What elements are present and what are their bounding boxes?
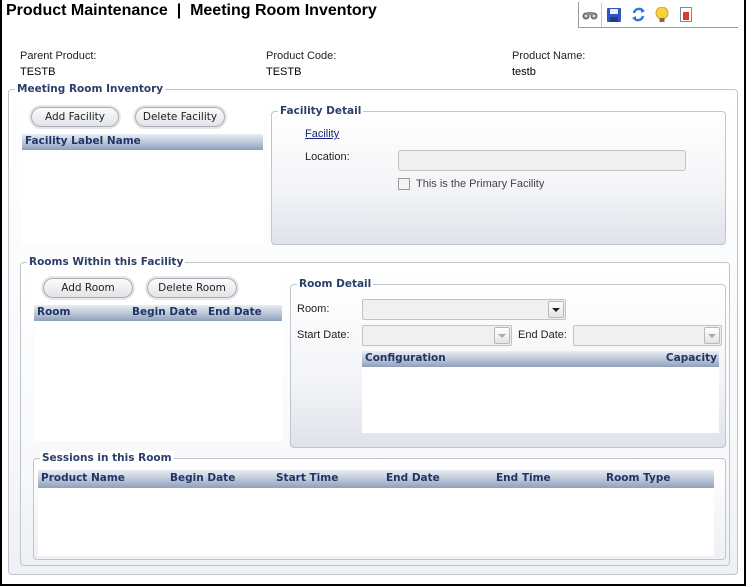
configuration-grid[interactable]: Configuration Capacity — [362, 351, 719, 433]
start-date-dropdown-arrow[interactable] — [494, 327, 510, 344]
column-header-end-date[interactable]: End Date — [386, 472, 440, 484]
lightbulb-icon — [655, 6, 669, 22]
column-header-room-type[interactable]: Room Type — [606, 472, 671, 484]
delete-room-button[interactable]: Delete Room — [147, 278, 237, 298]
column-header-product-name[interactable]: Product Name — [41, 472, 125, 484]
end-date-dropdown-arrow[interactable] — [704, 327, 720, 344]
save-button[interactable] — [602, 3, 626, 27]
column-header-room[interactable]: Room — [37, 306, 70, 318]
chevron-down-icon — [552, 307, 560, 312]
add-facility-button[interactable]: Add Facility — [31, 107, 119, 127]
toolbar — [578, 2, 738, 28]
sessions-grid-header: Product Name Begin Date Start Time End D… — [38, 470, 714, 488]
facility-detail-legend: Facility Detail — [278, 104, 364, 118]
help-button[interactable] — [650, 3, 674, 27]
meeting-room-inventory-legend: Meeting Room Inventory — [15, 82, 166, 96]
parent-product-label: Parent Product: — [20, 50, 97, 62]
find-button[interactable] — [579, 2, 602, 27]
column-header-begin-date[interactable]: Begin Date — [132, 306, 197, 318]
primary-facility-label: This is the Primary Facility — [416, 178, 545, 190]
room-label: Room: — [297, 303, 330, 315]
room-grid-header: Room Begin Date End Date — [34, 305, 282, 321]
room-detail-legend: Room Detail — [297, 277, 374, 291]
delete-facility-button[interactable]: Delete Facility — [135, 107, 225, 127]
chevron-down-icon — [708, 333, 716, 338]
column-header-end-time[interactable]: End Time — [496, 472, 551, 484]
column-header-facility-label-name[interactable]: Facility Label Name — [25, 135, 141, 147]
product-code-value: TESTB — [266, 66, 302, 78]
primary-facility-checkbox[interactable] — [398, 178, 410, 190]
column-header-capacity[interactable]: Capacity — [666, 352, 717, 364]
report-button[interactable] — [674, 3, 698, 27]
refresh-icon — [631, 7, 645, 22]
sessions-grid[interactable]: Product Name Begin Date Start Time End D… — [38, 470, 714, 556]
column-header-begin-date[interactable]: Begin Date — [170, 472, 235, 484]
facility-grid[interactable]: Facility Label Name — [22, 134, 263, 246]
parent-product-value: TESTB — [20, 66, 56, 78]
room-dropdown-arrow[interactable] — [548, 301, 564, 318]
start-date-input[interactable] — [362, 325, 512, 346]
location-label: Location: — [305, 151, 350, 163]
start-date-label: Start Date: — [297, 329, 350, 341]
product-name-label: Product Name: — [512, 50, 586, 62]
product-name-value: testb — [512, 66, 536, 78]
page-title: Product Maintenance | Meeting Room Inven… — [6, 2, 377, 19]
facility-grid-header: Facility Label Name — [22, 134, 263, 150]
location-input[interactable] — [398, 150, 686, 171]
end-date-label: End Date: — [518, 329, 567, 341]
chevron-down-icon — [498, 333, 506, 338]
room-dropdown[interactable] — [362, 299, 566, 320]
add-room-button[interactable]: Add Room — [43, 278, 133, 298]
configuration-grid-header: Configuration Capacity — [362, 351, 719, 367]
column-header-start-time[interactable]: Start Time — [276, 472, 338, 484]
room-grid[interactable]: Room Begin Date End Date — [34, 305, 282, 441]
column-header-end-date[interactable]: End Date — [208, 306, 262, 318]
save-icon — [607, 7, 621, 22]
sessions-legend: Sessions in this Room — [40, 451, 174, 465]
column-header-configuration[interactable]: Configuration — [365, 352, 446, 364]
report-icon — [680, 7, 692, 22]
end-date-input[interactable] — [573, 325, 722, 346]
binoculars-icon — [582, 11, 598, 19]
rooms-legend: Rooms Within this Facility — [27, 255, 186, 269]
product-code-label: Product Code: — [266, 50, 337, 62]
refresh-button[interactable] — [626, 3, 650, 27]
facility-link[interactable]: Facility — [305, 128, 339, 140]
